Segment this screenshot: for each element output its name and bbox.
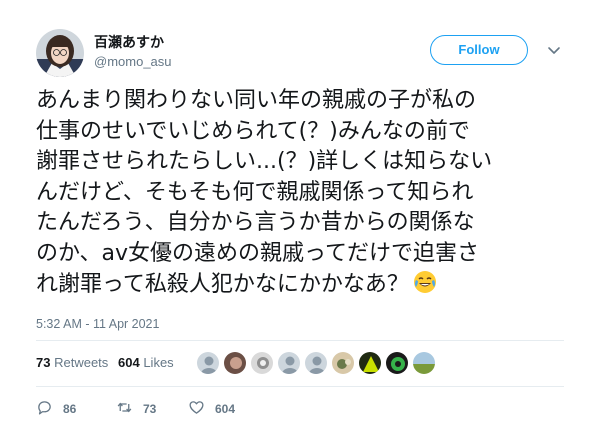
heart-icon [188,399,205,419]
reply-icon [36,399,53,419]
retweet-icon [116,399,133,419]
tweet-header: 百瀬あすか @momo_asu Follow [36,26,576,80]
avatar[interactable] [36,29,84,77]
divider [36,386,564,387]
avatar[interactable] [331,351,355,375]
avatar[interactable] [385,351,409,375]
tweet-line: のか、av女優の遠めの親戚ってだけで迫害さ [36,240,479,266]
chevron-down-icon[interactable] [546,42,562,58]
tweet-line: たんだろう、自分から言うか昔からの関係な [36,210,475,236]
likes-count: 604 [118,355,140,370]
avatar[interactable] [223,351,247,375]
avatar[interactable] [358,351,382,375]
avatar[interactable] [196,351,220,375]
avatar[interactable] [304,351,328,375]
retweets-stat[interactable]: 73 Retweets [36,355,108,370]
tweet-line-last: れ謝罪って私殺人犯かなにかかなあ？ [36,270,576,301]
face-with-tears-of-joy-icon [413,270,437,294]
reply-button[interactable]: 86 [36,398,76,420]
like-count: 604 [215,402,236,416]
tweet-line: んだけど、そもそも何で親戚関係って知られ [36,179,474,205]
user-handle[interactable]: @momo_asu [94,54,172,69]
tweet-line: あんまり関わりない同い年の親戚の子が私の [36,88,477,113]
retweet-button[interactable]: 73 [116,398,156,420]
likes-stat[interactable]: 604 Likes [118,355,174,370]
follow-button[interactable]: Follow [430,35,528,65]
like-button[interactable]: 604 [188,398,235,420]
avatar[interactable] [277,351,301,375]
display-name[interactable]: 百瀬あすか [94,32,164,52]
tweet-line: 謝罪させられたらしい...(？)詳しくは知らない [36,149,493,175]
likes-label: Likes [143,355,174,370]
avatar[interactable] [250,351,274,375]
retweets-label: Retweets [54,355,109,370]
retweet-count: 73 [143,402,157,416]
retweets-count: 73 [36,355,51,370]
tweet-text: あんまり関わりない同い年の親戚の子が私の 仕事のせいでいじめられて(？)みんなの… [36,86,576,300]
avatar[interactable] [412,351,436,375]
divider [36,340,564,341]
tweet-card: 百瀬あすか @momo_asu Follow あんまり関わりない同い年の親戚の子… [0,0,600,446]
tweet-timestamp[interactable]: 5:32 AM - 11 Apr 2021 [36,317,159,331]
reply-count: 86 [63,402,77,416]
tweet-line-text: れ謝罪って私殺人犯かなにかかなあ？ [36,271,409,297]
tweet-line: 仕事のせいでいじめられて(？)みんなの前で [36,118,470,144]
